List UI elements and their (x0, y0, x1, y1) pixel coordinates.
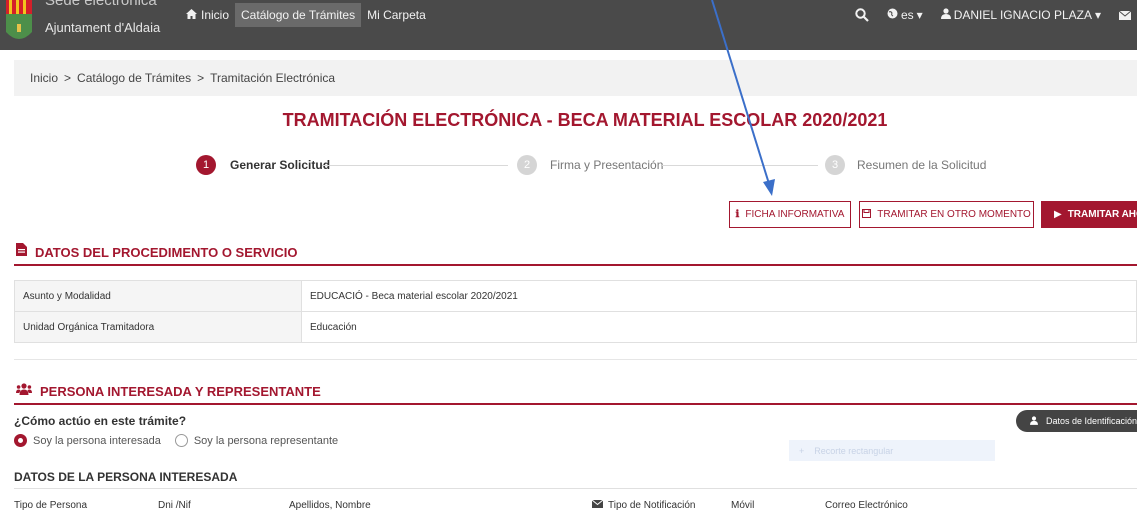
ficha-informativa-label: FICHA INFORMATIVA (745, 209, 845, 220)
language-label: es (900, 8, 914, 22)
language-selector[interactable]: es ▾ (887, 8, 923, 22)
breadcrumb-separator: > (197, 71, 205, 85)
table-row: Unidad Orgánica Tramitadora Educación (14, 311, 1137, 343)
datos-identificacion-button[interactable]: Datos de Identificación (1016, 410, 1137, 432)
nav-right: es ▾ DANIEL IGNACIO PLAZA ▾ (855, 0, 1137, 30)
column-header-dni: Dni /Nif (158, 500, 191, 511)
datos-identificacion-label: Datos de Identificación (1046, 416, 1137, 426)
user-name: DANIEL IGNACIO PLAZA (953, 8, 1092, 22)
save-icon (862, 208, 872, 221)
breadcrumb-catalogo[interactable]: Catálogo de Trámites (77, 71, 191, 85)
breadcrumb: Inicio > Catálogo de Trámites > Tramitac… (14, 60, 1137, 96)
globe-icon (887, 8, 898, 22)
role-question: ¿Cómo actúo en este trámite? (14, 414, 187, 428)
radio-persona-representante-label[interactable]: Soy la persona representante (194, 435, 338, 447)
divider (14, 488, 1137, 489)
step-3-label: Resumen de la Solicitud (857, 158, 987, 172)
ficha-informativa-button[interactable]: ℹ FICHA INFORMATIVA (729, 201, 851, 228)
group-icon (16, 382, 32, 400)
table-row: Asunto y Modalidad EDUCACIÓ - Beca mater… (14, 280, 1137, 312)
column-header-movil: Móvil (731, 500, 755, 511)
chevron-down-icon: ▾ (1094, 8, 1101, 22)
table-cell-label: Unidad Orgánica Tramitadora (14, 311, 302, 343)
sede-subtitle: Ajuntament d'Aldaia (45, 20, 161, 35)
tramitar-ahora-label: TRAMITAR AHORA (1067, 209, 1137, 220)
section-procedimiento-header: DATOS DEL PROCEDIMENTO O SERVICIO (14, 240, 1137, 266)
step-2-number: 2 (517, 155, 537, 175)
breadcrumb-current: Tramitación Electrónica (210, 71, 336, 85)
section-procedimiento-title: DATOS DEL PROCEDIMENTO O SERVICIO (35, 244, 298, 260)
info-icon: ℹ (735, 209, 740, 220)
user-icon (1030, 415, 1038, 427)
search-icon[interactable] (855, 8, 869, 22)
tramitar-otro-momento-button[interactable]: TRAMITAR EN OTRO MOMENTO (859, 201, 1034, 228)
nav-link-label: Catálogo de Trámites (241, 8, 356, 22)
top-navbar: Sede electrónica Ajuntament d'Aldaia Ini… (0, 0, 1137, 50)
user-menu[interactable]: DANIEL IGNACIO PLAZA ▾ (940, 8, 1101, 22)
procedimiento-table: Asunto y Modalidad EDUCACIÓ - Beca mater… (14, 280, 1137, 343)
mail-icon[interactable] (1119, 10, 1131, 20)
column-header-label: Tipo de Notificación (608, 500, 696, 511)
step-connector (322, 165, 508, 166)
aldaia-shield-logo[interactable] (6, 0, 32, 46)
tramitar-otro-momento-label: TRAMITAR EN OTRO MOMENTO (877, 209, 1031, 220)
home-icon (186, 3, 197, 27)
role-radio-group: Soy la persona interesada Soy la persona… (14, 434, 352, 447)
nav-link-label: Mi Carpeta (367, 8, 426, 22)
snipping-tool-label: Recorte rectangular (814, 445, 894, 456)
datos-persona-heading: DATOS DE LA PERSONA INTERESADA (14, 470, 238, 484)
user-icon (940, 8, 951, 22)
step-2-label: Firma y Presentación (550, 158, 664, 172)
stepper: 1 Generar Solicitud 2 Firma y Presentaci… (0, 154, 1137, 178)
step-1-label: Generar Solicitud (230, 158, 331, 172)
step-connector (662, 165, 818, 166)
column-header-tipo-notificacion: Tipo de Notificación (591, 499, 696, 511)
table-cell-label: Asunto y Modalidad (14, 280, 302, 312)
breadcrumb-inicio[interactable]: Inicio (30, 71, 58, 85)
page-title: TRAMITACIÓN ELECTRÓNICA - BECA MATERIAL … (282, 110, 888, 130)
nav-link-catalogo[interactable]: Catálogo de Trámites (235, 3, 362, 27)
chevron-down-icon: ▾ (916, 8, 923, 22)
divider (14, 359, 1137, 360)
radio-persona-interesada[interactable] (14, 434, 27, 447)
section-persona-title: PERSONA INTERESADA Y REPRESENTANTE (40, 383, 321, 399)
column-header-apellidos: Apellidos, Nombre (289, 500, 371, 511)
snipping-tool-overlay: + Recorte rectangular (789, 440, 995, 461)
breadcrumb-separator: > (64, 71, 72, 85)
column-header-tipo-persona: Tipo de Persona (14, 500, 88, 511)
table-cell-value: EDUCACIÓ - Beca material escolar 2020/20… (301, 280, 1137, 312)
plus-icon: + (799, 445, 805, 456)
column-header-correo: Correo Electrónico (825, 500, 908, 511)
nav-links: Inicio Catálogo de Trámites Mi Carpeta (180, 0, 432, 30)
nav-link-inicio[interactable]: Inicio (180, 3, 235, 27)
tramitar-ahora-button[interactable]: ▶ TRAMITAR AHORA (1041, 201, 1137, 228)
sede-title: Sede electrónica (45, 0, 157, 9)
nav-link-label: Inicio (201, 8, 230, 22)
table-cell-value: Educación (301, 311, 1137, 343)
envelope-icon (591, 499, 604, 511)
radio-persona-representante[interactable] (174, 434, 188, 447)
step-1-number: 1 (196, 155, 216, 175)
radio-persona-interesada-label[interactable]: Soy la persona interesada (33, 435, 161, 447)
document-icon (16, 243, 27, 261)
nav-link-mi-carpeta[interactable]: Mi Carpeta (361, 3, 432, 27)
step-3-number: 3 (825, 155, 845, 175)
play-icon: ▶ (1054, 209, 1062, 220)
section-persona-header: PERSONA INTERESADA Y REPRESENTANTE (14, 379, 1137, 405)
